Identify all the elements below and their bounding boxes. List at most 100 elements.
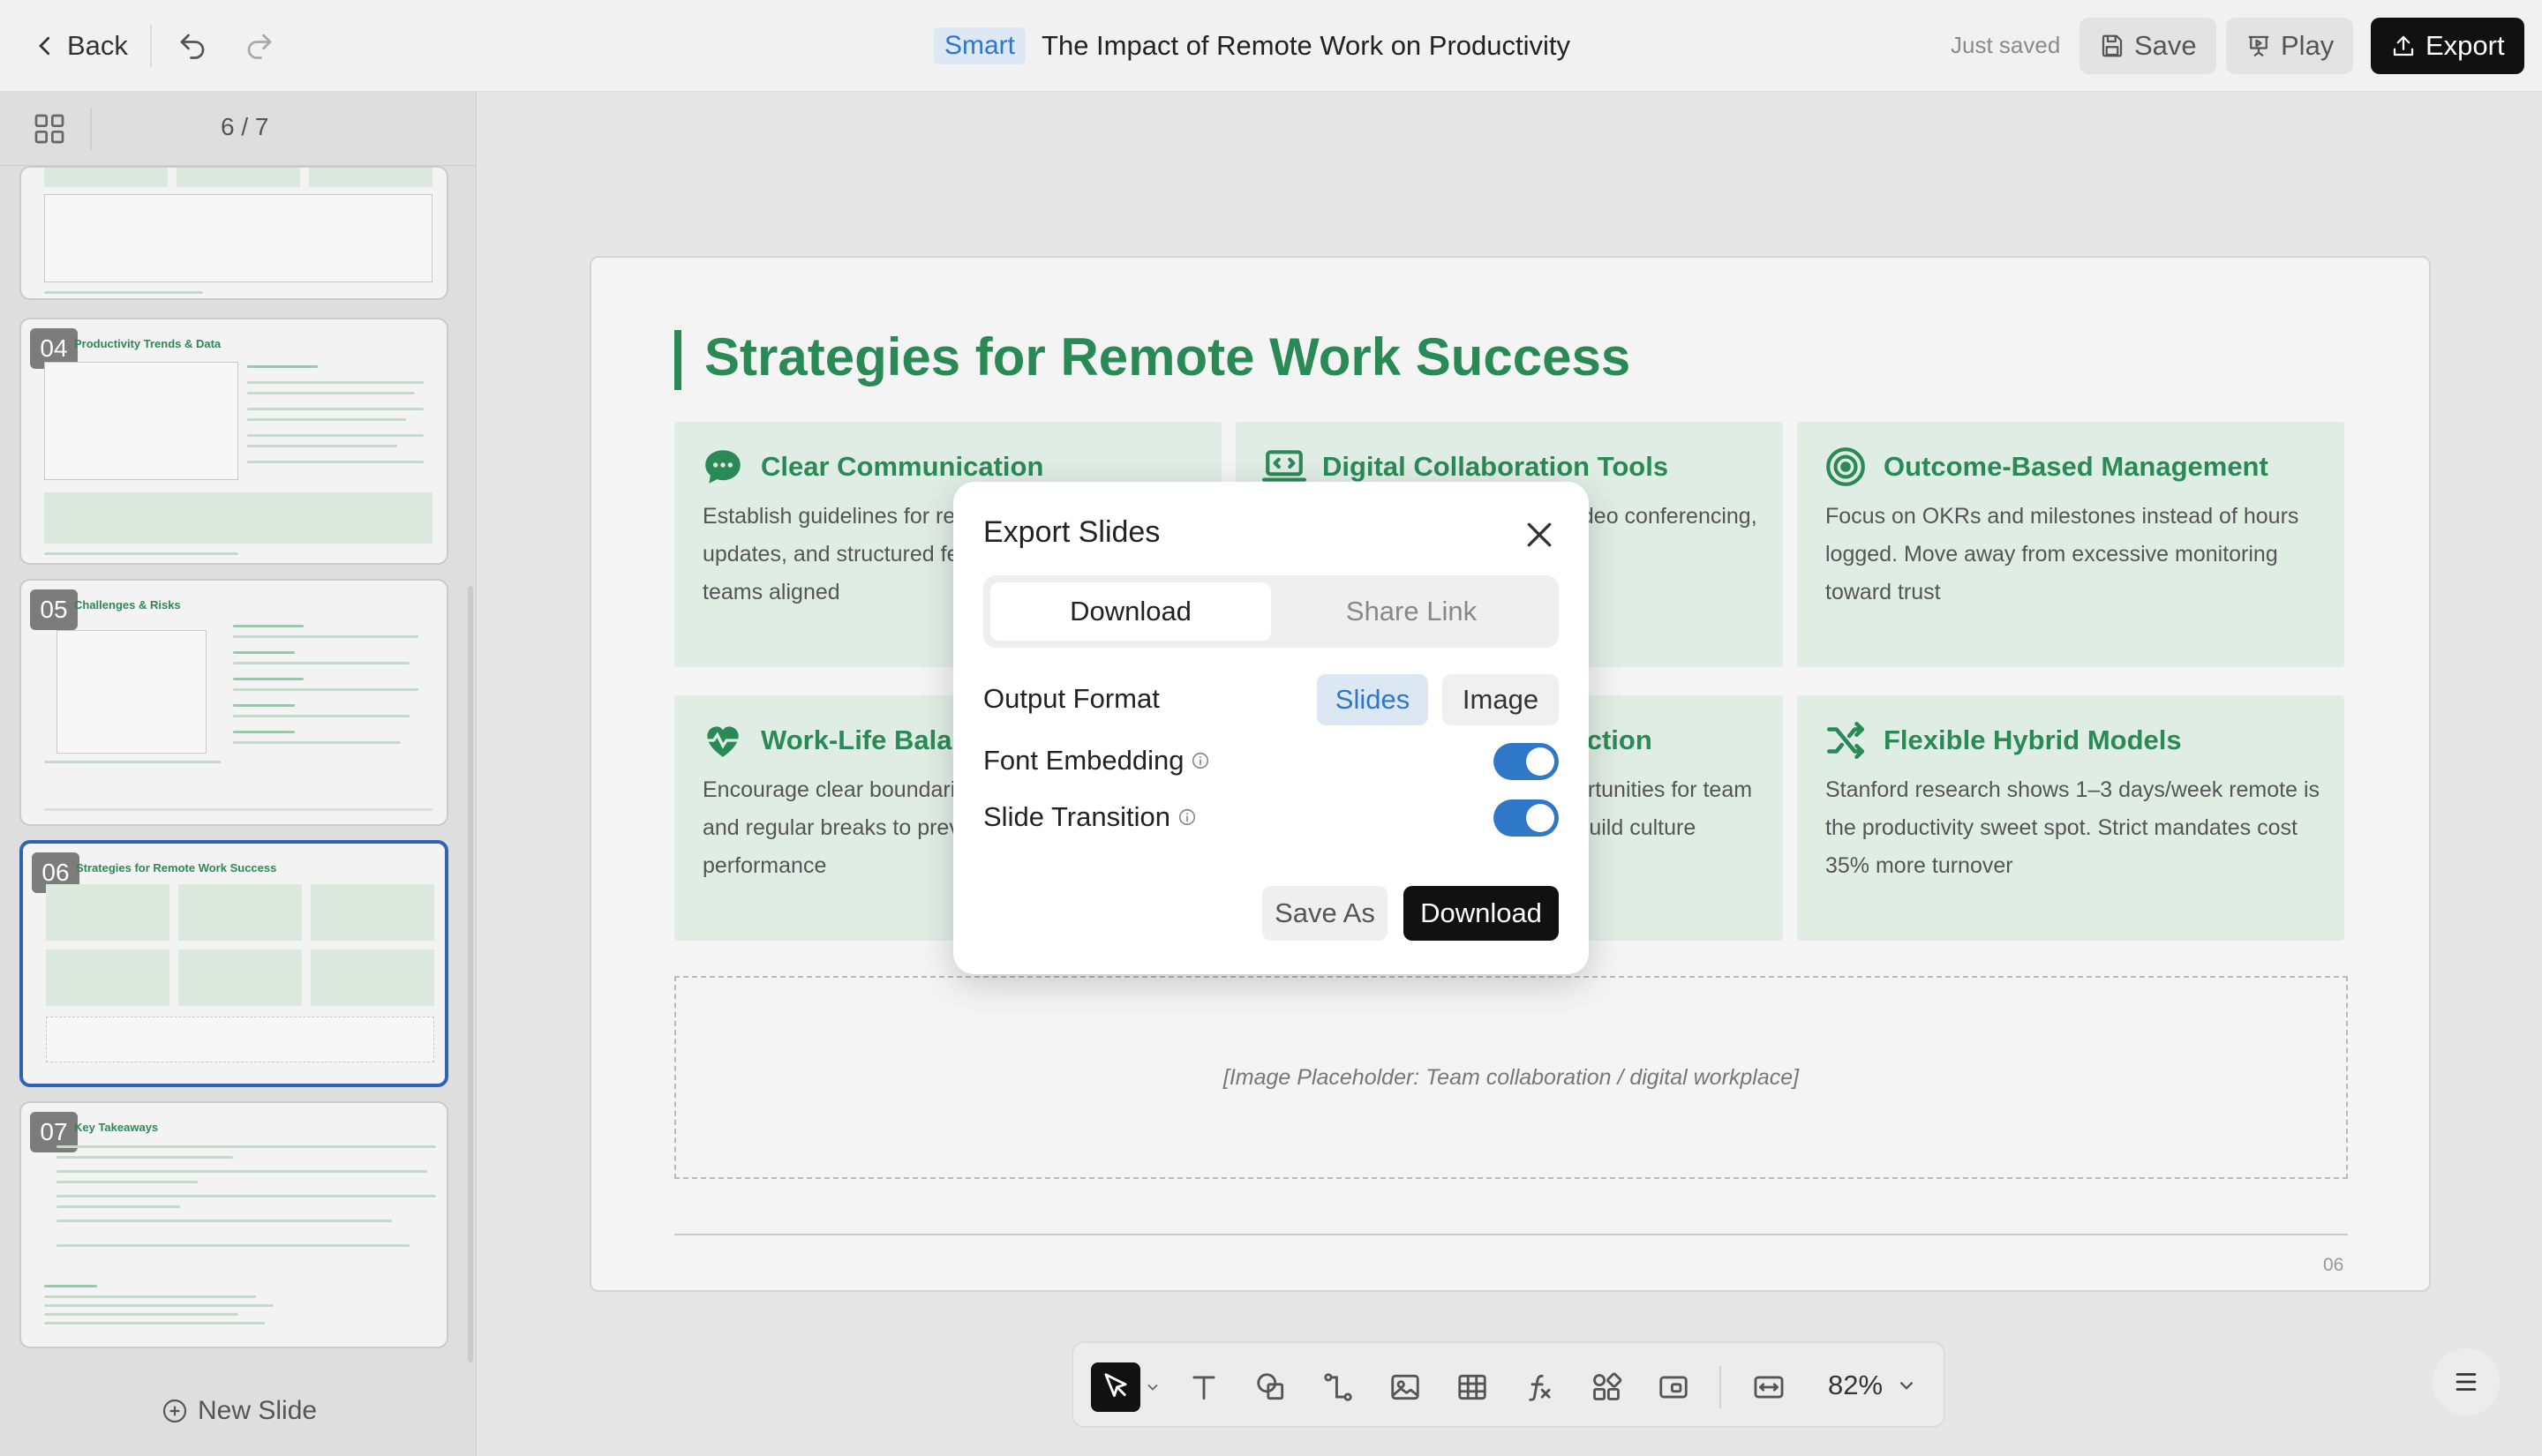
- card-body: Stanford research shows 1–3 days/week re…: [1825, 777, 2320, 878]
- select-tool-button[interactable]: [1091, 1362, 1140, 1412]
- new-slide-label: New Slide: [198, 1396, 318, 1425]
- chevron-down-icon[interactable]: [1144, 1378, 1162, 1396]
- fit-width-button[interactable]: [1744, 1362, 1794, 1412]
- plus-circle-icon: [162, 1399, 187, 1423]
- divider: [90, 108, 92, 150]
- slide-thumbnail-04[interactable]: 04 Productivity Trends & Data: [19, 318, 448, 565]
- save-as-button[interactable]: Save As: [1262, 886, 1388, 941]
- thumb-card: [44, 168, 168, 187]
- chevron-left-icon: [39, 36, 50, 56]
- document-title[interactable]: The Impact of Remote Work on Productivit…: [1042, 30, 1570, 62]
- card-title: Outcome-Based Management: [1884, 451, 2268, 482]
- slide-thumbnail-05[interactable]: 05 Challenges & Risks: [19, 579, 448, 826]
- thumb-card: [46, 949, 169, 1006]
- download-button[interactable]: Download: [1403, 886, 1559, 941]
- thumb-line: [247, 381, 424, 384]
- table-tool-button[interactable]: [1448, 1362, 1497, 1412]
- back-button[interactable]: Back: [32, 26, 128, 65]
- thumb-line: [247, 461, 424, 463]
- slide-thumbnail-07[interactable]: 07 Key Takeaways: [19, 1101, 448, 1348]
- text-tool-button[interactable]: [1179, 1362, 1229, 1412]
- floppy-disk-icon: [2102, 34, 2123, 57]
- slide-title[interactable]: Strategies for Remote Work Success: [704, 326, 1630, 387]
- heartbeat-icon: [704, 726, 741, 757]
- connector-tool-button[interactable]: [1313, 1362, 1363, 1412]
- cursor-arrow-icon: [1104, 1373, 1127, 1397]
- menu-button[interactable]: [2433, 1348, 2500, 1415]
- export-label: Export: [2425, 30, 2505, 61]
- format-image-option[interactable]: Image: [1442, 674, 1559, 725]
- output-format-text: Output Format: [983, 683, 1160, 714]
- thumb-line: [247, 445, 397, 447]
- grid-view-icon[interactable]: [32, 111, 67, 146]
- target-icon: [1826, 447, 1865, 486]
- upload-icon: [2393, 35, 2414, 56]
- close-icon[interactable]: [1522, 517, 1557, 552]
- image-icon: [1391, 1374, 1419, 1400]
- thumb-placeholder: [56, 630, 207, 754]
- font-embedding-toggle[interactable]: [1493, 743, 1559, 780]
- thumb-line: [56, 1170, 427, 1173]
- info-icon[interactable]: [1191, 751, 1210, 770]
- formula-tool-button[interactable]: [1515, 1362, 1564, 1412]
- slides-sidebar: 6 / 7 04 Productivity Trends & Data 05 C…: [0, 92, 477, 1456]
- thumb-line: [44, 1295, 256, 1298]
- shuffle-icon: [1826, 721, 1865, 760]
- shape-tool-button[interactable]: [1246, 1362, 1296, 1412]
- undo-button[interactable]: [173, 26, 212, 65]
- card-body: Focus on OKRs and milestones instead of …: [1825, 504, 2299, 604]
- play-button[interactable]: Play: [2226, 18, 2354, 74]
- info-icon[interactable]: [1177, 807, 1197, 827]
- slide-page-number: 06: [2323, 1255, 2344, 1275]
- back-label: Back: [67, 30, 128, 61]
- thumb-line: [44, 1322, 265, 1325]
- sidebar-scrollbar[interactable]: [468, 586, 473, 1362]
- image-placeholder[interactable]: [Image Placeholder: Team collaboration /…: [674, 976, 2348, 1179]
- thumb-title: Challenges & Risks: [74, 598, 181, 612]
- new-slide-button[interactable]: New Slide: [161, 1396, 317, 1426]
- hamburger-icon: [2456, 1373, 2477, 1391]
- divider: [150, 25, 152, 67]
- media-tool-button[interactable]: [1649, 1362, 1698, 1412]
- thumb-line: [44, 808, 432, 811]
- chat-bubble-icon: [705, 450, 741, 484]
- thumb-line: [247, 418, 406, 421]
- zoom-control[interactable]: 82%: [1828, 1370, 1918, 1401]
- thumb-line: [233, 688, 418, 691]
- thumb-line: [56, 1156, 233, 1159]
- thumb-line: [233, 662, 410, 664]
- smart-badge[interactable]: Smart: [934, 27, 1027, 64]
- thumb-line: [233, 635, 418, 638]
- strategy-card[interactable]: Flexible Hybrid Models Stanford research…: [1797, 695, 2344, 941]
- thumb-line: [233, 678, 304, 680]
- thumb-line: [56, 1195, 436, 1197]
- save-button[interactable]: Save: [2079, 18, 2216, 74]
- media-frame-icon: [1659, 1376, 1688, 1399]
- tab-share-link[interactable]: Share Link: [1271, 582, 1552, 641]
- slide-transition-toggle[interactable]: [1493, 799, 1559, 837]
- thumb-line: [247, 408, 424, 410]
- zoom-level: 82%: [1828, 1370, 1884, 1400]
- thumb-line: [247, 365, 318, 368]
- connector-icon: [1324, 1373, 1352, 1401]
- strategy-card[interactable]: Outcome-Based Management Focus on OKRs a…: [1797, 422, 2344, 667]
- tab-download[interactable]: Download: [990, 582, 1271, 641]
- thumb-title: Strategies for Remote Work Success: [76, 861, 277, 874]
- image-placeholder-text: [Image Placeholder: Team collaboration /…: [1222, 1064, 1800, 1090]
- page-counter: 6 / 7: [221, 113, 269, 140]
- widgets-tool-button[interactable]: [1582, 1362, 1631, 1412]
- thumb-line: [56, 1205, 180, 1208]
- thumb-line: [233, 704, 295, 707]
- thumb-line: [44, 1304, 274, 1307]
- format-slides-option[interactable]: Slides: [1317, 674, 1428, 725]
- redo-button[interactable]: [240, 26, 279, 65]
- export-dialog: Export Slides Download Share Link Output…: [953, 482, 1589, 974]
- thumb-line: [56, 1244, 410, 1247]
- slide-thumbnail-03[interactable]: [19, 166, 448, 300]
- thumb-card: [311, 949, 434, 1006]
- redo-icon: [247, 34, 272, 59]
- slide-thumbnail-06[interactable]: 06 Strategies for Remote Work Success: [19, 840, 448, 1087]
- image-tool-button[interactable]: [1380, 1362, 1430, 1412]
- thumb-line: [44, 1313, 238, 1316]
- export-button[interactable]: Export: [2371, 18, 2524, 74]
